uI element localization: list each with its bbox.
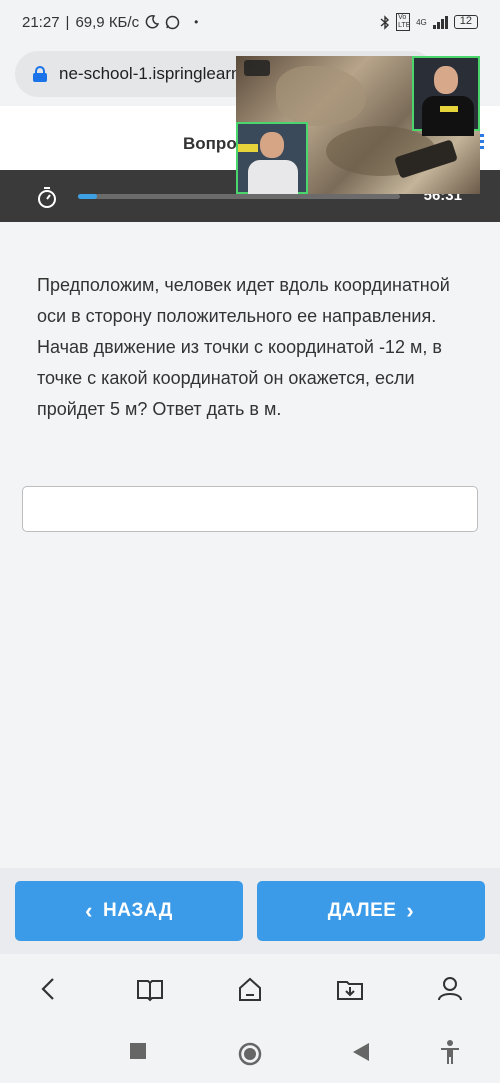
webcam-right [412, 56, 480, 136]
chevron-left-icon: ‹ [85, 898, 93, 923]
battery-icon: 12 [453, 15, 478, 29]
next-button-label: ДАЛЕЕ [327, 900, 397, 921]
url-text: ne-school-1.ispringlearn [59, 64, 241, 83]
question-content: Предположим, человек идет вдоль координа… [0, 222, 500, 868]
bookmarks-icon[interactable] [135, 974, 165, 1004]
network-type: 4G [416, 17, 427, 27]
video-overlay[interactable] [236, 56, 480, 194]
back-triangle-icon[interactable] [352, 1042, 370, 1062]
menu-icon[interactable] [480, 134, 486, 152]
next-button[interactable]: ДАЛЕЕ › [257, 881, 485, 941]
status-separator: | [65, 13, 70, 31]
status-bar: 21:27 | 69,9 КБ/с • Vo LTE 4G 12 [0, 0, 500, 44]
system-nav-bar [0, 1022, 500, 1083]
stopwatch-icon [38, 187, 56, 208]
answer-input[interactable] [22, 486, 478, 532]
webcam-left [236, 122, 308, 194]
profile-icon[interactable] [435, 974, 465, 1004]
volte-badge: Vo LTE [396, 13, 411, 31]
back-button[interactable]: ‹ НАЗАД [15, 881, 243, 941]
browser-toolbar [0, 954, 500, 1022]
home-icon[interactable] [235, 974, 265, 1004]
whatsapp-icon [165, 15, 180, 29]
notification-dot: • [194, 15, 199, 29]
accessibility-icon[interactable] [439, 1039, 461, 1065]
back-button-label: НАЗАД [103, 900, 173, 921]
clock: 21:27 [22, 13, 60, 31]
question-text: Предположим, человек идет вдоль координа… [37, 275, 450, 419]
signal-icon [432, 15, 448, 29]
timer-progress-fill [78, 194, 98, 199]
bluetooth-icon [380, 14, 390, 30]
chevron-right-icon: › [406, 898, 415, 923]
timer-progress-track [78, 194, 400, 199]
stream-logo [244, 60, 270, 76]
lock-icon [33, 66, 47, 82]
status-left: 21:27 | 69,9 КБ/с • [22, 14, 198, 31]
home-circle-icon[interactable] [238, 1042, 262, 1066]
downloads-icon[interactable] [335, 974, 365, 1004]
recent-apps-icon[interactable] [129, 1042, 147, 1060]
network-speed: 69,9 КБ/с [75, 13, 140, 31]
status-right: Vo LTE 4G 12 [380, 13, 478, 31]
back-icon[interactable] [34, 974, 64, 1004]
footer-nav: ‹ НАЗАД ДАЛЕЕ › [0, 868, 500, 954]
moon-icon [145, 15, 160, 29]
